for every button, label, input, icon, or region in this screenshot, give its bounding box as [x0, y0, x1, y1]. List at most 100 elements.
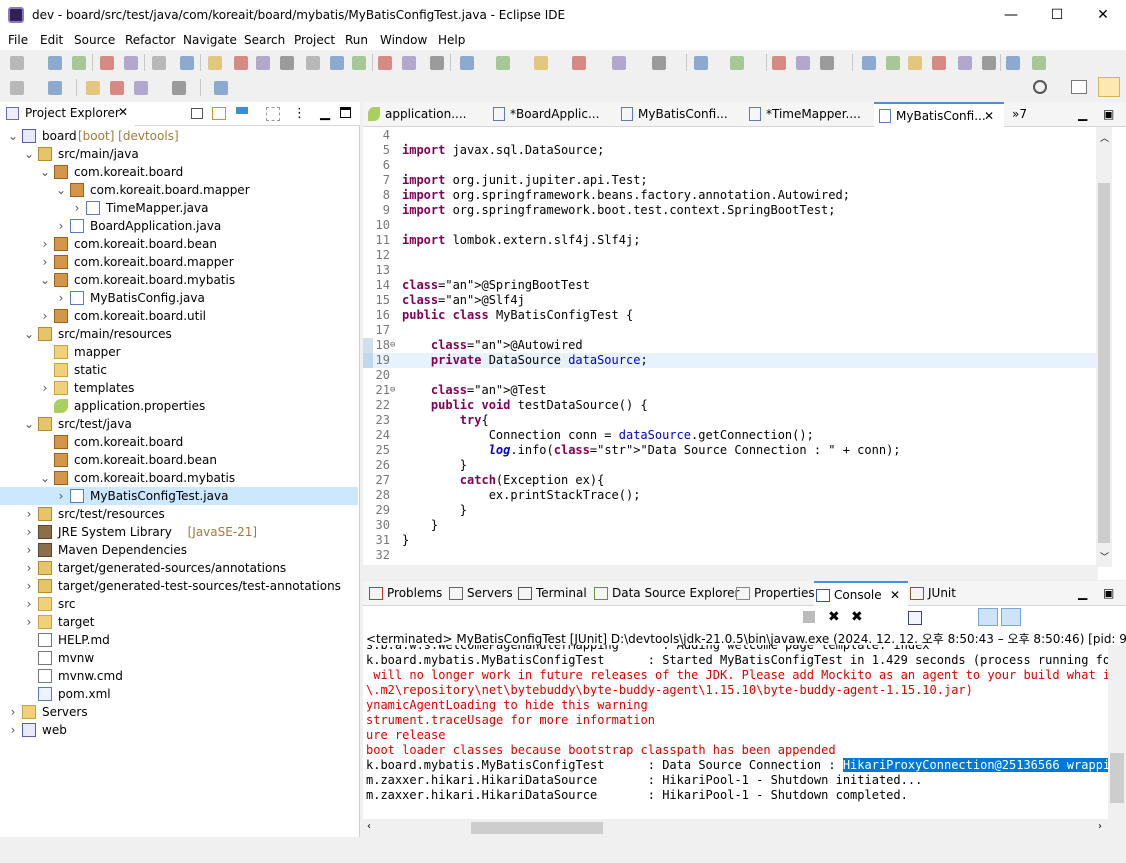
clear-console-icon[interactable]	[908, 611, 922, 625]
close-tab-icon[interactable]: ✕	[890, 583, 900, 608]
toolbar-action-icon[interactable]	[48, 56, 62, 70]
code-editor[interactable]: 4 5 import javax.sql.DataSource; 6 7 import o…	[363, 127, 1098, 567]
toolbar-action-icon[interactable]	[48, 81, 62, 95]
chevron-down-icon[interactable]: ⌄	[24, 328, 34, 340]
maximize-view-icon[interactable]: ▣	[1103, 102, 1114, 127]
open-perspective-icon[interactable]	[1071, 80, 1087, 94]
toolbar-action-icon[interactable]	[796, 56, 810, 70]
toolbar-action-icon[interactable]	[932, 56, 946, 70]
bottom-tab[interactable]: Console ✕	[814, 581, 908, 606]
editor-horizontal-scrollbar[interactable]	[363, 565, 1098, 580]
toolbar-action-icon[interactable]	[772, 56, 786, 70]
toolbar-action-icon[interactable]	[280, 56, 294, 70]
toolbar-action-icon[interactable]	[134, 81, 148, 95]
toolbar-action-icon[interactable]	[110, 81, 124, 95]
scroll-down-icon[interactable]: ﹀	[1100, 550, 1109, 563]
toolbar-action-icon[interactable]	[86, 81, 100, 95]
maximize-view-icon[interactable]	[340, 107, 351, 118]
terminate-icon[interactable]	[803, 611, 815, 623]
menu-source[interactable]: Source	[74, 33, 115, 47]
show-console-on-stderr-icon[interactable]	[1001, 608, 1021, 626]
bottom-tab[interactable]: Data Source Explorer	[592, 581, 739, 606]
selected-text[interactable]: HikariProxyConnection@25136566 wrapping	[842, 758, 1108, 772]
editor-tab[interactable]: *BoardApplic...	[488, 102, 616, 127]
tree-item[interactable]: application.properties	[0, 397, 358, 415]
chevron-down-icon[interactable]: ⌄	[40, 472, 50, 484]
console-hscroll-thumb[interactable]	[471, 822, 603, 834]
show-console-on-stdout-icon[interactable]	[978, 608, 998, 626]
menu-window[interactable]: Window	[380, 33, 427, 47]
tree-item[interactable]: ⌄ com.koreait.board.mybatis	[0, 469, 358, 487]
chevron-right-icon[interactable]: ›	[24, 508, 34, 520]
scroll-up-icon[interactable]: ︿	[1100, 131, 1109, 144]
tree-item[interactable]: pom.xml	[0, 685, 358, 703]
tree-item[interactable]: › MyBatisConfigTest.java	[0, 487, 358, 505]
toolbar-action-icon[interactable]	[730, 56, 744, 70]
remove-all-launches-icon[interactable]: ✖	[851, 609, 863, 625]
toolbar-action-icon[interactable]	[10, 56, 24, 70]
tree-item[interactable]: ⌄ com.koreait.board.mybatis	[0, 271, 358, 289]
tree-item[interactable]: com.koreait.board.bean	[0, 451, 358, 469]
bottom-tab[interactable]: Problems	[367, 581, 442, 606]
minimize-button[interactable]: —	[988, 0, 1034, 31]
view-menu-icon[interactable]: ⋮	[293, 106, 306, 121]
link-with-editor-icon[interactable]	[212, 107, 226, 120]
tree-item[interactable]: › BoardApplication.java	[0, 217, 358, 235]
menu-search[interactable]: Search	[244, 33, 285, 47]
chevron-right-icon[interactable]: ›	[40, 382, 50, 394]
chevron-right-icon[interactable]: ›	[72, 202, 82, 214]
toolbar-action-icon[interactable]	[72, 56, 86, 70]
console-output[interactable]: s.b.a.w.s.WelcomePageHandlerMapping : Ad…	[363, 645, 1108, 805]
tree-item[interactable]: › src	[0, 595, 358, 613]
editor-tab[interactable]: *TimeMapper....	[744, 102, 874, 127]
scroll-right-icon[interactable]: ›	[1098, 821, 1102, 832]
tree-item[interactable]: › target/generated-test-sources/test-anno…	[0, 577, 358, 595]
tree-item[interactable]: › com.koreait.board.util	[0, 307, 358, 325]
toolbar-action-icon[interactable]	[694, 56, 708, 70]
menu-navigate[interactable]: Navigate	[183, 33, 237, 47]
chevron-right-icon[interactable]: ›	[24, 598, 34, 610]
close-tab-icon[interactable]: ✕	[984, 104, 994, 129]
tree-item[interactable]: mvnw.cmd	[0, 667, 358, 685]
toolbar-action-icon[interactable]	[378, 56, 392, 70]
collapse-all-icon[interactable]	[191, 108, 203, 119]
toolbar-action-icon[interactable]	[256, 56, 270, 70]
tab-project-explorer[interactable]: Project Explorer ✕	[0, 102, 135, 126]
chevron-right-icon[interactable]: ›	[24, 616, 34, 628]
chevron-right-icon[interactable]: ›	[56, 292, 66, 304]
chevron-right-icon[interactable]: ›	[8, 706, 18, 718]
editor-vertical-scrollbar[interactable]: ︿ ﹀	[1096, 127, 1112, 567]
menu-edit[interactable]: Edit	[40, 33, 63, 47]
tree-item[interactable]: › JRE System Library [JavaSE-21]	[0, 523, 358, 541]
menu-run[interactable]: Run	[345, 33, 368, 47]
tree-item[interactable]: › templates	[0, 379, 358, 397]
tree-item[interactable]: ⌄ com.koreait.board	[0, 163, 358, 181]
menu-refactor[interactable]: Refactor	[125, 33, 175, 47]
toolbar-action-icon[interactable]	[306, 56, 320, 70]
toolbar-action-icon[interactable]	[652, 56, 666, 70]
chevron-right-icon[interactable]: ›	[8, 724, 18, 736]
minimize-view-icon[interactable]: ▁	[1078, 581, 1087, 606]
toolbar-action-icon[interactable]	[100, 56, 114, 70]
scroll-thumb[interactable]	[1098, 183, 1110, 543]
toolbar-action-icon[interactable]	[430, 56, 444, 70]
console-horizontal-scrollbar[interactable]: ‹ ›	[363, 819, 1126, 837]
toolbar-action-icon[interactable]	[208, 56, 222, 70]
chevron-right-icon[interactable]: ›	[56, 490, 66, 502]
tree-item[interactable]: › target	[0, 613, 358, 631]
toolbar-action-icon[interactable]	[172, 81, 186, 95]
tree-item[interactable]: ⌄ src/test/java	[0, 415, 358, 433]
chevron-right-icon[interactable]: ›	[40, 238, 50, 250]
editor-tab[interactable]: MyBatisConfi... ✕	[874, 102, 1004, 127]
toolbar-action-icon[interactable]	[982, 56, 996, 70]
toolbar-action-icon[interactable]	[612, 56, 626, 70]
chevron-right-icon[interactable]: ›	[40, 256, 50, 268]
bottom-tab[interactable]: Properties	[734, 581, 815, 606]
fold-icon[interactable]: ⊖	[390, 383, 395, 398]
toolbar-action-icon[interactable]	[572, 56, 586, 70]
tree-item[interactable]: › TimeMapper.java	[0, 199, 358, 217]
tree-item[interactable]: › web	[0, 721, 358, 739]
java-perspective-icon[interactable]	[1098, 77, 1120, 97]
toolbar-action-icon[interactable]	[460, 56, 474, 70]
tree-item[interactable]: mapper	[0, 343, 358, 361]
